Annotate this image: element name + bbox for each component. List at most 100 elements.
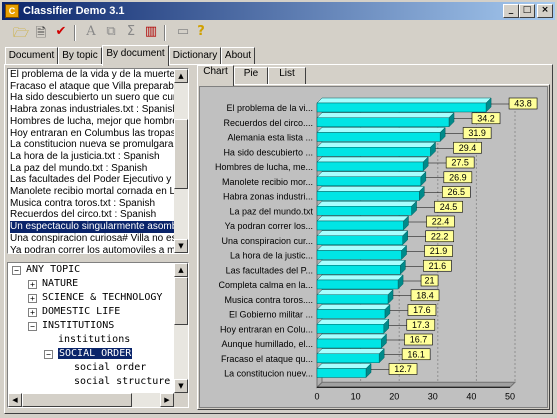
document-list-item[interactable]: Fracaso el ataque que Villa preparaba c (10, 81, 187, 93)
value-label: 17.6 (413, 305, 431, 315)
bar-top (316, 245, 408, 251)
collapse-icon[interactable]: − (28, 322, 37, 331)
document-list-item[interactable]: El problema de la vida y de la muerte.tx… (10, 69, 188, 81)
value-label: 34.2 (477, 113, 495, 123)
camera-icon[interactable]: ▭ (174, 24, 192, 42)
minimize-button[interactable]: _ (503, 4, 519, 18)
bar-chart: 0 10 20 30 40 50 El problema de la vi... 43.8 Re… (215, 97, 538, 401)
check-icon[interactable]: ✔ (52, 24, 70, 42)
topic-tree[interactable]: − ANY TOPIC + NATURE + SCIENCE & TECHNOLOGY + D… (7, 262, 189, 408)
tab-about[interactable]: About (221, 47, 255, 65)
document-list-item[interactable]: Las facultades del Poder Ejecutivo y la (10, 174, 182, 186)
app-icon[interactable]: C (5, 4, 19, 18)
tab-dictionary[interactable]: Dictionary (169, 47, 221, 65)
document-list-item[interactable]: La hora de la justicia.txt : Spanish (10, 151, 174, 163)
document-list-scrollbar[interactable]: ▲ ▼ (174, 69, 188, 253)
toolbar: 🗁 🗎 ✔ A ⧉ Σ ▥ ▭ ? (2, 21, 555, 45)
scroll-down-button[interactable]: ▼ (174, 379, 188, 393)
document-list-item[interactable]: La constitucion nueva se promulgara h (10, 139, 182, 151)
tree-item[interactable]: institutions (58, 334, 130, 348)
bar-top (316, 289, 394, 295)
bar-face (316, 117, 450, 127)
bar (316, 200, 418, 216)
document-list-item[interactable]: Recuerdos del circo.txt : Spanish (10, 209, 174, 221)
open-document-icon[interactable]: 🗎 (32, 24, 50, 42)
expand-icon[interactable]: + (28, 294, 37, 303)
copy-icon[interactable]: ⧉ (102, 24, 120, 42)
document-list-item[interactable]: Ha sido descubierto un suero que cura (10, 92, 182, 104)
topic-tree-vscrollbar[interactable]: ▲ ▼ (174, 263, 188, 393)
tree-item[interactable]: social order (74, 362, 146, 376)
category-label: Habra zonas industri... (223, 192, 313, 202)
scroll-down-button[interactable]: ▼ (174, 239, 188, 253)
bar (316, 362, 372, 379)
tab-list[interactable]: List (268, 67, 306, 85)
value-label: 21 (425, 276, 435, 286)
scroll-left-button[interactable]: ◀ (8, 393, 22, 407)
tree-item[interactable]: DOMESTIC LIFE (42, 306, 120, 320)
tab-document[interactable]: Document (5, 47, 58, 65)
scroll-thumb[interactable] (174, 277, 188, 325)
tree-item[interactable]: INSTITUTIONS (42, 320, 114, 334)
maximize-button[interactable]: □ (519, 4, 535, 18)
document-list-item[interactable]: La paz del mundo.txt : Spanish (10, 163, 174, 175)
scroll-thumb[interactable] (22, 393, 132, 407)
category-label: Fracaso el ataque qu... (221, 354, 313, 364)
bar-face (316, 279, 399, 290)
font-icon[interactable]: A (82, 24, 100, 42)
tab-by-document[interactable]: By document (102, 45, 169, 66)
bar (316, 112, 455, 128)
bar (316, 259, 406, 275)
tab-chart[interactable]: Chart (197, 65, 234, 86)
tree-item[interactable]: ANY TOPIC (26, 264, 80, 278)
toolbar-separator (164, 25, 166, 41)
tree-item[interactable]: SCIENCE & TECHNOLOGY (42, 292, 162, 306)
value-label: 22.2 (431, 231, 449, 241)
help-icon[interactable]: ? (192, 24, 210, 42)
scroll-right-button[interactable]: ▶ (160, 393, 174, 407)
bar-top (316, 142, 437, 148)
bar-top (316, 333, 388, 340)
title-bar[interactable]: C Classifier Demo 3.1 _ □ × (2, 2, 555, 20)
document-list-item[interactable]: Habra zonas industriales.txt : Spanish (10, 104, 178, 116)
tab-by-topic[interactable]: By topic (58, 47, 102, 65)
tree-item[interactable]: SOCIAL ORDER (58, 348, 133, 362)
scroll-up-button[interactable]: ▲ (174, 69, 188, 83)
scroll-up-button[interactable]: ▲ (174, 263, 188, 277)
bar (316, 230, 409, 246)
bar (316, 318, 390, 334)
topic-tree-hscrollbar[interactable]: ◀ ▶ (8, 393, 174, 407)
tree-item-label: NATURE (42, 278, 79, 289)
chart-icon[interactable]: ▥ (142, 24, 160, 42)
document-list-item[interactable]: Un espectaculo singularmente asombro (10, 221, 186, 234)
bar-face (316, 206, 412, 216)
document-list-item[interactable]: Hombres de lucha, mejor que hombres (10, 116, 183, 128)
tree-item[interactable]: NATURE (42, 278, 78, 292)
bar-face (316, 324, 385, 334)
bar-top (316, 348, 385, 354)
scroll-thumb[interactable] (174, 119, 188, 189)
tab-pie[interactable]: Pie (234, 67, 268, 85)
category-label: Musica contra toros.... (224, 295, 313, 305)
expand-icon[interactable]: + (28, 280, 37, 289)
bar-face (316, 191, 420, 201)
document-list-item[interactable]: Una conspiracion curiosa# Villa no es r (10, 233, 183, 245)
bar (316, 348, 385, 364)
category-label: La hora de la justic... (230, 251, 313, 261)
tree-item-label: social structure and co (74, 376, 188, 387)
close-button[interactable]: × (537, 4, 553, 18)
sigma-icon[interactable]: Σ (122, 24, 140, 42)
document-list-item[interactable]: Ya podran correr los automoviles a may (10, 245, 186, 254)
value-label: 12.7 (394, 364, 412, 374)
document-list-item[interactable]: Manolete recibio mortal cornada en Lin (10, 186, 183, 198)
tree-item[interactable]: social structure and co (74, 376, 188, 390)
value-label: 21.6 (429, 261, 447, 271)
document-list[interactable]: El problema de la vida y de la muerte.tx… (7, 68, 189, 254)
collapse-icon[interactable]: − (12, 266, 21, 275)
document-list-item[interactable]: Musica contra toros.txt : Spanish (10, 198, 174, 210)
document-list-item[interactable]: Hoy entraran en Columbus las tropas de (10, 128, 188, 140)
collapse-icon[interactable]: − (44, 350, 53, 359)
expand-icon[interactable]: + (28, 308, 37, 317)
open-folder-icon[interactable]: 🗁 (12, 24, 30, 42)
category-label: Las facultades del P... (226, 265, 313, 275)
